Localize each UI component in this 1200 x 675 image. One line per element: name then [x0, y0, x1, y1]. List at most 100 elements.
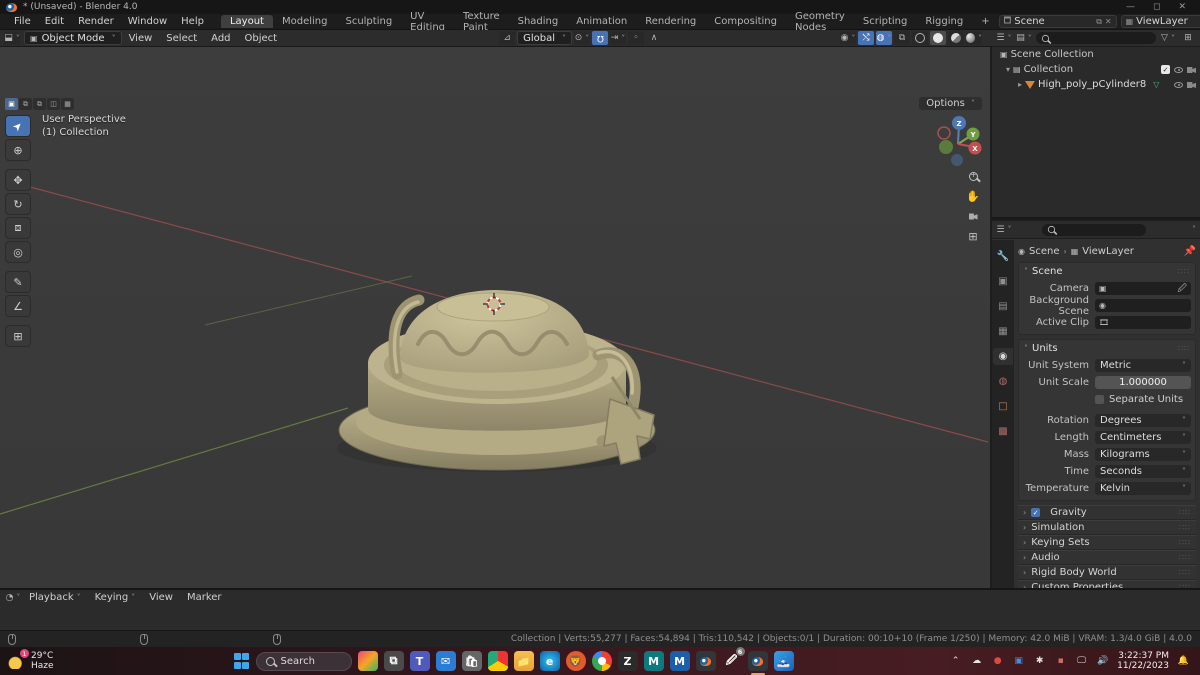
proportional-editing-icon[interactable]: ◦ [628, 31, 645, 45]
gizmo-minus-y-axis[interactable] [939, 140, 953, 154]
menu-edit[interactable]: Edit [38, 16, 71, 27]
minimize-button[interactable]: — [1126, 2, 1135, 12]
timeline-editor-type-button[interactable]: ◔ [5, 591, 21, 605]
audio-panel-header[interactable]: › Audio ∷∷ [1018, 550, 1196, 565]
tool-move[interactable]: ✥ [5, 169, 31, 191]
tab-compositing[interactable]: Compositing [705, 15, 786, 28]
units-panel-header[interactable]: ˅ Units ∷∷ [1019, 340, 1195, 356]
tray-app-darkred-icon[interactable]: ▪ [1054, 655, 1067, 668]
photos-icon[interactable]: 🗻 [773, 651, 794, 671]
tray-app-red-icon[interactable]: ● [991, 655, 1004, 668]
close-button[interactable]: ✕ [1178, 2, 1186, 12]
app-triangle-icon[interactable] [487, 651, 508, 671]
mail-icon[interactable]: ✉ [435, 651, 456, 671]
camera-view-button[interactable] [962, 207, 984, 225]
viewlayer-selector[interactable]: ▦ ViewLayer ⧉ ✕ [1120, 15, 1200, 28]
perspective-toggle-button[interactable]: ⊞ [962, 227, 984, 245]
separate-units-row[interactable]: Separate Units [1095, 394, 1183, 405]
zbrush-icon[interactable]: Z [617, 651, 638, 671]
outliner-new-collection-icon[interactable]: ⊞ [1180, 31, 1196, 45]
new-scene-icon[interactable]: ⧉ [1096, 17, 1102, 27]
menu-object[interactable]: Object [238, 33, 285, 44]
dragmode-extend-icon[interactable]: ⧉ [19, 98, 32, 110]
volume-icon[interactable]: 🔊 [1096, 655, 1109, 668]
overlays-icon[interactable]: ◍ [876, 31, 892, 45]
tab-animation[interactable]: Animation [567, 15, 636, 28]
tool-rotate[interactable]: ↻ [5, 193, 31, 215]
xray-toggle-icon[interactable]: ⧉ [894, 31, 910, 45]
tab-render-properties[interactable]: ▣ [993, 273, 1013, 290]
gizmo-minus-x-axis[interactable] [937, 126, 951, 140]
outliner-filter-icon[interactable]: ▽ [1160, 31, 1176, 45]
collection-render-icon[interactable] [1187, 67, 1196, 73]
maximize-button[interactable]: ◻ [1153, 2, 1160, 12]
menu-help[interactable]: Help [174, 16, 211, 27]
tab-rigging[interactable]: Rigging [916, 15, 972, 28]
tab-shading[interactable]: Shading [509, 15, 568, 28]
menu-select[interactable]: Select [159, 33, 204, 44]
tray-app-grey-icon[interactable]: ✱ [1033, 655, 1046, 668]
view-menu[interactable]: View [143, 592, 179, 603]
active-clip-field[interactable]: 🎞 [1095, 316, 1191, 329]
gizmos-icon[interactable]: ⤭ [858, 31, 874, 45]
onedrive-icon[interactable]: ☁ [970, 655, 983, 668]
scene-panel-header[interactable]: ˅ Scene ∷∷ [1019, 263, 1195, 279]
outliner-row-collection[interactable]: ▾ ▤ Collection ✓ [992, 62, 1200, 77]
tab-modeling[interactable]: Modeling [273, 15, 337, 28]
tool-cursor[interactable]: ⊕ [5, 139, 31, 161]
notifications-bell-icon[interactable]: 🔔 [1177, 655, 1190, 668]
cast-icon[interactable]: 🖵 [1075, 655, 1088, 668]
zoom-view-button[interactable] [962, 167, 984, 185]
tab-tool-properties[interactable]: 🔧 [993, 248, 1013, 265]
tool-scale[interactable]: ⧈ [5, 217, 31, 239]
3d-model-pot[interactable] [337, 290, 657, 472]
shading-material-icon[interactable] [948, 31, 964, 45]
menu-view[interactable]: View [122, 33, 160, 44]
object-render-icon[interactable] [1187, 82, 1196, 88]
eyedropper-icon[interactable]: 🖉 [1177, 281, 1187, 297]
keying-sets-panel-header[interactable]: › Keying Sets ∷∷ [1018, 535, 1196, 550]
tab-rendering[interactable]: Rendering [636, 15, 705, 28]
pin-icon[interactable]: 📌 [1184, 246, 1196, 257]
length-select[interactable]: Centimeters [1095, 431, 1191, 444]
pen-input-icon[interactable]: 🖉 6 [722, 647, 745, 671]
breadcrumb-viewlayer[interactable]: ViewLayer [1082, 246, 1134, 257]
temperature-select[interactable]: Kelvin [1095, 482, 1191, 495]
time-select[interactable]: Seconds [1095, 465, 1191, 478]
gravity-panel-header[interactable]: › ✓ Gravity ∷∷ [1018, 505, 1196, 520]
weather-widget[interactable]: 1 29°C Haze [0, 649, 54, 671]
outliner-editor-type-button[interactable]: ☰ [996, 31, 1012, 45]
tab-scene-properties[interactable]: ◉ [993, 348, 1013, 365]
outliner-display-mode-button[interactable]: ▤ [1016, 31, 1032, 45]
taskbar-clock[interactable]: 3:22:37 PM 11/22/2023 [1117, 651, 1169, 672]
keying-menu[interactable]: Keying [89, 592, 142, 603]
collection-checkbox[interactable]: ✓ [1161, 65, 1170, 74]
rotation-select[interactable]: Degrees [1095, 414, 1191, 427]
blender-alt-icon[interactable] [695, 651, 716, 671]
options-dropdown[interactable]: Options [919, 97, 982, 110]
file-explorer-icon[interactable]: 📁 [513, 651, 534, 671]
menu-add[interactable]: Add [204, 33, 237, 44]
dragmode-set-icon[interactable]: ▣ [5, 98, 18, 110]
tab-world-properties[interactable]: ◍ [993, 373, 1013, 390]
edge-icon[interactable]: e [539, 651, 560, 671]
brave-icon[interactable]: 🦁 [565, 651, 586, 671]
menu-file[interactable]: File [7, 16, 38, 27]
chrome-icon[interactable] [591, 651, 612, 671]
visibility-icon[interactable]: ◉ [840, 31, 856, 45]
viewport-3d[interactable]: Z Y X ▣ ⧉ ⧉ ◫ ▦ User Perspective (1) Col… [0, 47, 990, 588]
outliner-search-input[interactable] [1036, 32, 1156, 44]
navigation-gizmo[interactable]: Z Y X [937, 116, 982, 166]
menu-window[interactable]: Window [121, 16, 174, 27]
taskbar-app-colorful-icon[interactable] [357, 651, 378, 671]
delete-scene-icon[interactable]: ✕ [1105, 17, 1112, 26]
outliner-row-scene-collection[interactable]: ▣ Scene Collection [992, 47, 1200, 62]
tool-annotate[interactable]: ✎ [5, 271, 31, 293]
playback-menu[interactable]: Playback [23, 592, 87, 603]
gravity-checkbox[interactable]: ✓ [1031, 508, 1041, 517]
pivot-point-icon[interactable]: ⊙ [574, 31, 591, 45]
gizmo-minus-z-axis[interactable] [951, 154, 963, 166]
shading-rendered-icon[interactable] [966, 31, 982, 45]
tab-scripting[interactable]: Scripting [854, 15, 916, 28]
mode-dropdown[interactable]: ▣ Object Mode [24, 31, 122, 45]
